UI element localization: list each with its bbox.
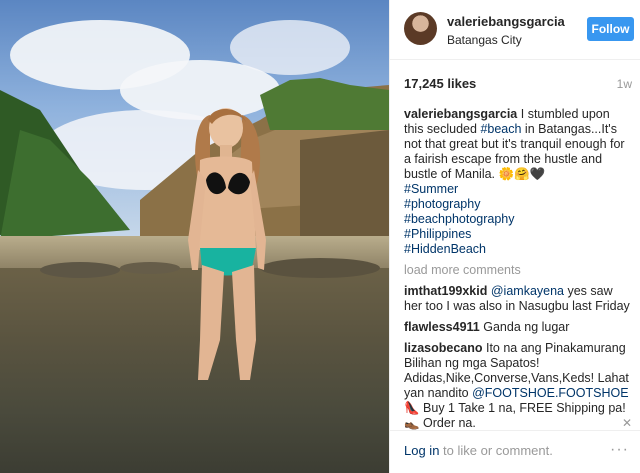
comment-text-2: 👠 Buy 1 Take 1 na, FREE Shipping pa!👞 Or… [404,401,626,430]
hashtag[interactable]: #photography [404,197,632,212]
follow-button[interactable]: Follow [587,17,634,41]
post-photo[interactable] [0,0,389,473]
instagram-post: valeriebangsgarcia Batangas City Follow … [0,0,640,473]
more-options-icon[interactable]: ··· [610,441,629,459]
comment: imthat199xkid @iamkayena yes saw her too… [404,284,632,314]
post-age[interactable]: 1w [617,77,632,91]
hashtag[interactable]: #Philippines [404,227,632,242]
hashtag[interactable]: #HiddenBeach [404,242,632,257]
comment-text: Ganda ng lugar [483,320,570,334]
post-header: valeriebangsgarcia Batangas City Follow [390,0,640,60]
comment-mention[interactable]: @iamkayena [491,284,564,298]
hashtag[interactable]: #Summer [404,182,632,197]
load-more-comments[interactable]: load more comments [404,263,632,278]
post-footer: Log in to like or comment. ··· [390,430,640,473]
caption: valeriebangsgarcia I stumbled upon this … [404,107,632,257]
comment: flawless4911 Ganda ng lugar [404,320,632,335]
username-link[interactable]: valeriebangsgarcia [447,14,565,29]
post-sidebar: valeriebangsgarcia Batangas City Follow … [389,0,640,473]
caption-emoji: 🌼🤗🖤 [498,167,546,181]
report-comment-icon[interactable]: ✕ [622,416,632,431]
likes-count[interactable]: 17,245 likes [404,76,476,91]
comments-feed: valeriebangsgarcia I stumbled upon this … [404,107,632,431]
comment-username[interactable]: lizasobecano [404,341,483,355]
login-prompt-text: to like or comment. [439,443,553,458]
hashtag-beach[interactable]: #beach [480,122,521,136]
caption-username[interactable]: valeriebangsgarcia [404,107,517,121]
hashtag[interactable]: #beachphotography [404,212,632,227]
login-link[interactable]: Log in [404,443,439,458]
location-link[interactable]: Batangas City [447,33,522,47]
avatar[interactable] [404,12,437,45]
comment-username[interactable]: imthat199xkid [404,284,487,298]
comment: lizasobecano Ito na ang Pinakamurang Bil… [404,341,632,431]
comment-mention[interactable]: @FOOTSHOE.FOOTSHOE [472,386,628,400]
login-prompt: Log in to like or comment. [404,443,553,458]
comment-username[interactable]: flawless4911 [404,320,480,334]
photo-person [188,108,266,380]
